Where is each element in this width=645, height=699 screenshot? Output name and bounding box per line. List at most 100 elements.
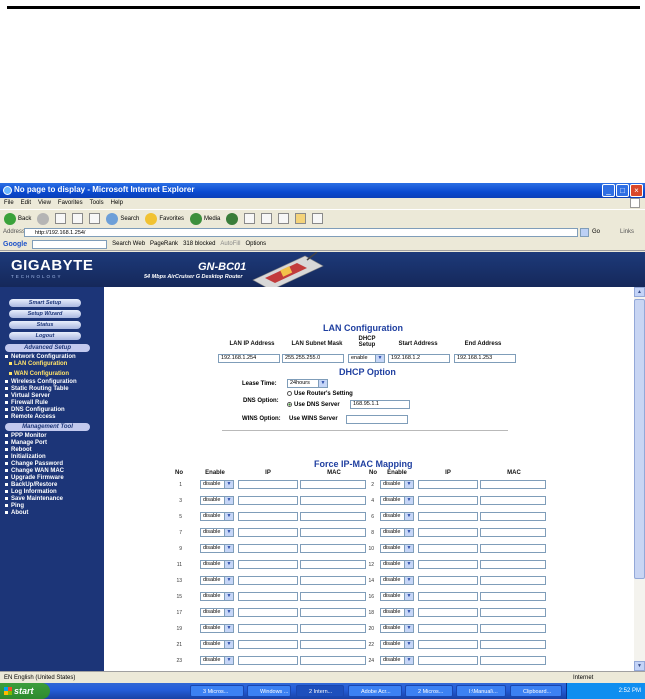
enable-select[interactable]: disable ▼ <box>200 528 234 537</box>
mac-input[interactable] <box>300 512 366 521</box>
mac-input[interactable] <box>480 480 546 489</box>
mac-input[interactable] <box>480 576 546 585</box>
sidebar-item-dns-configuration[interactable]: DNS Configuration <box>5 407 65 414</box>
address-input[interactable]: http://192.168.1.254/ <box>24 228 578 237</box>
links-button[interactable]: Links <box>620 227 634 238</box>
maximize-button[interactable]: □ <box>616 184 629 197</box>
popup-blocked-count[interactable]: 318 blocked <box>183 238 215 251</box>
ip-input[interactable] <box>238 480 298 489</box>
scroll-up-icon[interactable]: ▲ <box>634 287 645 297</box>
mac-input[interactable] <box>300 560 366 569</box>
mac-input[interactable] <box>300 576 366 585</box>
smart-setup-button[interactable]: Smart Setup <box>9 299 81 307</box>
taskbar-item-explorer[interactable]: I:\Manual\... <box>456 685 506 697</box>
taskbar-item-internet-explorer[interactable]: 2 Intern... <box>296 685 344 697</box>
folder-icon[interactable] <box>295 213 307 224</box>
ip-input[interactable] <box>418 544 478 553</box>
lan-subnet-input[interactable]: 255.255.255.0 <box>282 354 344 363</box>
sidebar-item-firewall-rule[interactable]: Firewall Rule <box>5 400 48 407</box>
mac-input[interactable] <box>300 656 366 665</box>
messenger-icon[interactable] <box>312 213 324 224</box>
menu-view[interactable]: View <box>38 198 51 209</box>
edit-icon[interactable] <box>278 213 290 224</box>
menu-favorites[interactable]: Favorites <box>58 198 83 209</box>
enable-select[interactable]: disable ▼ <box>200 608 234 617</box>
mac-input[interactable] <box>300 480 366 489</box>
enable-select[interactable]: disable ▼ <box>200 512 234 521</box>
ip-input[interactable] <box>418 560 478 569</box>
enable-select[interactable]: disable ▼ <box>200 496 234 505</box>
enable-select[interactable]: disable ▼ <box>380 480 414 489</box>
address-dropdown-icon[interactable] <box>580 228 589 237</box>
menu-help[interactable]: Help <box>111 198 123 209</box>
ip-input[interactable] <box>418 624 478 633</box>
google-logo[interactable]: Google <box>3 238 27 251</box>
history-icon[interactable] <box>226 212 239 225</box>
back-button[interactable]: Back <box>4 212 31 225</box>
ip-input[interactable] <box>418 656 478 665</box>
ip-input[interactable] <box>238 656 298 665</box>
ip-input[interactable] <box>418 640 478 649</box>
taskbar-item-windows[interactable]: Windows ... <box>247 685 291 697</box>
search-button[interactable]: Search <box>106 212 139 225</box>
media-button[interactable]: Media <box>190 212 220 225</box>
mac-input[interactable] <box>480 624 546 633</box>
mac-input[interactable] <box>480 592 546 601</box>
sidebar-item-wireless-configuration[interactable]: Wireless Configuration <box>5 379 77 386</box>
end-address-input[interactable]: 192.168.1.253 <box>454 354 516 363</box>
sidebar-item-manage-port[interactable]: Manage Port <box>5 440 47 447</box>
mac-input[interactable] <box>300 592 366 601</box>
mac-input[interactable] <box>300 608 366 617</box>
search-web-button[interactable]: Search Web <box>112 238 145 251</box>
taskbar-item-adobe-acrobat[interactable]: Adobe Acr... <box>348 685 402 697</box>
enable-select[interactable]: disable ▼ <box>380 640 414 649</box>
sidebar-item-initialization[interactable]: Initialization <box>5 454 46 461</box>
go-button[interactable]: Go <box>592 227 600 238</box>
mac-input[interactable] <box>300 544 366 553</box>
ip-input[interactable] <box>418 576 478 585</box>
enable-select[interactable]: disable ▼ <box>380 560 414 569</box>
enable-select[interactable]: disable ▼ <box>200 656 234 665</box>
enable-select[interactable]: disable ▼ <box>200 640 234 649</box>
enable-select[interactable]: disable ▼ <box>380 576 414 585</box>
enable-select[interactable]: disable ▼ <box>200 560 234 569</box>
sidebar-item-about[interactable]: About <box>5 510 28 517</box>
enable-select[interactable]: disable ▼ <box>380 624 414 633</box>
sidebar-item-backup-restore[interactable]: BackUp/Restore <box>5 482 57 489</box>
mac-input[interactable] <box>480 512 546 521</box>
sidebar-item-wan-configuration[interactable]: WAN Configuration <box>9 371 69 378</box>
ip-input[interactable] <box>238 560 298 569</box>
sidebar-item-remote-access[interactable]: Remote Access <box>5 414 55 421</box>
ip-input[interactable] <box>238 608 298 617</box>
ip-input[interactable] <box>418 480 478 489</box>
enable-select[interactable]: disable ▼ <box>200 544 234 553</box>
print-icon[interactable] <box>261 213 273 224</box>
enable-select[interactable]: disable ▼ <box>380 496 414 505</box>
sidebar-item-ping[interactable]: Ping <box>5 503 24 510</box>
mac-input[interactable] <box>480 656 546 665</box>
ip-input[interactable] <box>418 496 478 505</box>
enable-select[interactable]: disable ▼ <box>200 576 234 585</box>
forward-arrow-icon[interactable] <box>37 212 50 225</box>
lease-time-select[interactable]: 24hours ▼ <box>287 379 328 388</box>
logout-button[interactable]: Logout <box>9 332 81 340</box>
close-button[interactable]: × <box>630 184 643 197</box>
ip-input[interactable] <box>418 528 478 537</box>
enable-select[interactable]: disable ▼ <box>380 592 414 601</box>
taskbar-item-clipboard[interactable]: Clipboard... <box>510 685 562 697</box>
enable-select[interactable]: disable ▼ <box>380 512 414 521</box>
ip-input[interactable] <box>418 512 478 521</box>
sidebar-item-log-information[interactable]: Log Information <box>5 489 57 496</box>
sidebar-item-upgrade-firmware[interactable]: Upgrade Firmware <box>5 475 64 482</box>
start-address-input[interactable]: 192.168.1.2 <box>388 354 450 363</box>
sidebar-item-ppp-monitor[interactable]: PPP Monitor <box>5 433 47 440</box>
sidebar-item-network-configuration[interactable]: Network Configuration <box>5 354 76 361</box>
setup-wizard-button[interactable]: Setup Wizard <box>9 310 81 318</box>
ip-input[interactable] <box>238 624 298 633</box>
ip-input[interactable] <box>238 592 298 601</box>
enable-select[interactable]: disable ▼ <box>380 528 414 537</box>
use-dns-server-option[interactable]: Use DNS Server <box>287 402 340 408</box>
lan-ip-input[interactable]: 192.168.1.254 <box>218 354 280 363</box>
sidebar-item-change-wan-mac[interactable]: Change WAN MAC <box>5 468 64 475</box>
ip-input[interactable] <box>418 608 478 617</box>
